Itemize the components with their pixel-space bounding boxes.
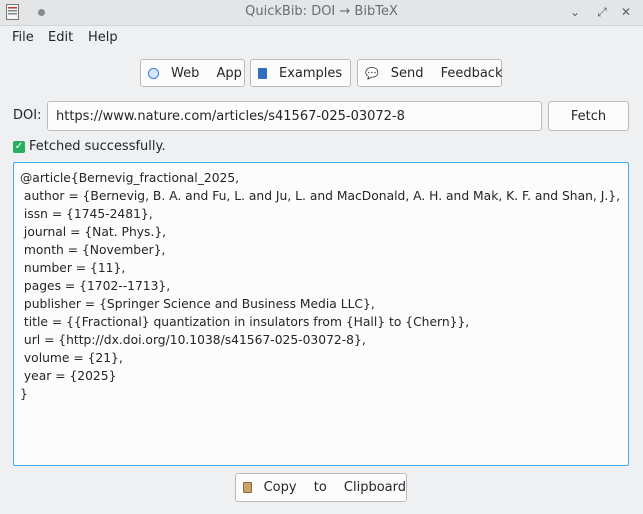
minimize-icon[interactable]: ⌄ — [567, 4, 583, 20]
copy-label: Copy to Clipboard — [263, 480, 406, 495]
bibtex-line: @article{Bernevig_fractional_2025, — [20, 171, 240, 185]
send-feedback-label: Send Feedback — [390, 65, 503, 81]
doi-input[interactable] — [47, 101, 542, 131]
bibtex-line: issn = {1745-2481}, — [20, 207, 153, 221]
doi-label: DOI: — [13, 108, 42, 123]
bibtex-line: number = {11}, — [20, 261, 126, 275]
bibtex-line: month = {November}, — [20, 243, 166, 257]
bibtex-line: journal = {Nat. Phys.}, — [20, 225, 167, 239]
menu-edit[interactable]: Edit — [48, 30, 73, 45]
status-message: ✓ Fetched successfully. — [13, 139, 166, 154]
maximize-icon[interactable]: ⤢ — [594, 4, 610, 20]
clipboard-icon — [243, 482, 252, 493]
bibtex-line: author = {Bernevig, B. A. and Fu, L. and… — [20, 189, 620, 203]
app-window: QuickBib: DOI → BibTeX ⌄ ⤢ ✕ File Edit H… — [0, 0, 643, 514]
examples-label: Examples — [279, 65, 343, 81]
bibtex-line: volume = {21}, — [20, 351, 123, 365]
book-icon — [258, 67, 267, 79]
bibtex-line: } — [20, 387, 28, 401]
checkmark-icon: ✓ — [13, 140, 25, 153]
examples-button[interactable]: Examples — [250, 59, 351, 87]
menu-file[interactable]: File — [12, 30, 34, 45]
copy-to-clipboard-button[interactable]: Copy to Clipboard — [235, 473, 407, 502]
globe-icon — [148, 67, 159, 79]
menu-bar: File Edit Help — [0, 26, 643, 50]
bibtex-line: year = {2025} — [20, 369, 117, 383]
bibtex-line: title = {{Fractional} quantization in in… — [20, 315, 470, 329]
send-feedback-button[interactable]: 💬 Send Feedback — [357, 59, 503, 87]
close-icon[interactable]: ✕ — [618, 4, 634, 20]
bibtex-line: url = {http://dx.doi.org/10.1038/s41567-… — [20, 333, 366, 347]
menu-help[interactable]: Help — [88, 30, 118, 45]
fetch-button[interactable]: Fetch — [548, 101, 629, 131]
web-app-button[interactable]: Web App — [140, 59, 245, 87]
fetch-label: Fetch — [570, 108, 607, 124]
bibtex-line: pages = {1702--1713}, — [20, 279, 171, 293]
window-title: QuickBib: DOI → BibTeX — [245, 4, 398, 19]
status-text: Fetched successfully. — [29, 139, 166, 154]
speech-bubble-icon: 💬 — [365, 66, 379, 80]
web-app-label: Web App — [171, 65, 242, 81]
bibtex-line: publisher = {Springer Science and Busine… — [20, 297, 375, 311]
title-bar: QuickBib: DOI → BibTeX ⌄ ⤢ ✕ — [0, 0, 643, 26]
bibtex-output[interactable]: @article{Bernevig_fractional_2025, autho… — [13, 162, 629, 466]
